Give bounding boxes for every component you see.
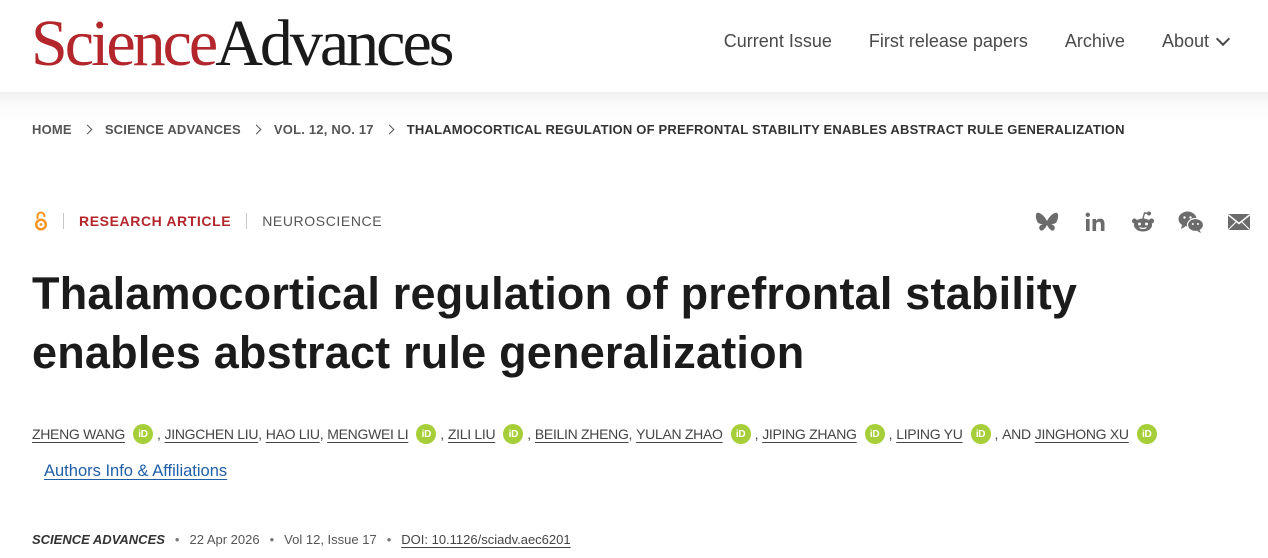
doi-link[interactable]: DOI: 10.1126/sciadv.aec6201	[401, 532, 570, 547]
nav-current-issue-label: Current Issue	[723, 31, 832, 51]
orcid-icon[interactable]: iD	[730, 424, 751, 444]
dot-separator: •	[269, 532, 275, 547]
orcid-icon[interactable]: iD	[503, 424, 524, 444]
author-name[interactable]: JINGHONG XU	[1035, 426, 1129, 442]
logo-advances-text: Advances	[215, 7, 454, 80]
orcid-icon[interactable]: iD	[970, 424, 991, 444]
breadcrumb-home[interactable]: HOME	[32, 122, 72, 137]
chevron-right-icon	[384, 124, 395, 135]
separator: ,	[754, 426, 759, 442]
reddit-icon[interactable]	[1129, 208, 1157, 236]
nav-current-issue[interactable]: Current Issue	[724, 29, 832, 53]
share-bar	[1033, 208, 1253, 236]
email-icon[interactable]	[1225, 208, 1253, 236]
linkedin-icon[interactable]	[1081, 208, 1109, 236]
author-name[interactable]: ZILI LIU	[448, 426, 496, 442]
breadcrumb-issue[interactable]: VOL. 12, NO. 17	[274, 122, 374, 137]
chevron-right-icon	[82, 124, 93, 135]
separator: ,	[628, 426, 633, 442]
chevron-right-icon	[251, 124, 262, 135]
separator: ,	[258, 426, 262, 442]
breadcrumb: HOME SCIENCE ADVANCES VOL. 12, NO. 17 TH…	[32, 122, 1125, 137]
nav-first-release-papers[interactable]: First release papers	[869, 29, 1028, 53]
divider	[63, 213, 64, 229]
author-name[interactable]: JIPING ZHANG	[762, 426, 857, 442]
article-type[interactable]: RESEARCH ARTICLE	[79, 213, 231, 229]
main-nav: Current Issue First release papers Archi…	[724, 29, 1231, 53]
article-subject[interactable]: NEUROSCIENCE	[262, 213, 382, 229]
science-advances-logo[interactable]: ScienceAdvances	[31, 6, 454, 82]
separator: ,	[440, 426, 444, 442]
wechat-icon[interactable]	[1177, 208, 1205, 236]
separator: ,	[319, 426, 324, 442]
divider	[246, 213, 248, 229]
author-name[interactable]: MENGWEI LI	[327, 426, 408, 442]
article-meta-row: RESEARCH ARTICLE NEUROSCIENCE	[32, 210, 382, 232]
separator: ,	[994, 426, 999, 442]
author-name[interactable]: LIPING YU	[896, 426, 963, 442]
article-title: Thalamocortical regulation of prefrontal…	[32, 268, 1078, 378]
separator: ,	[156, 426, 161, 442]
breadcrumb-current: THALAMOCORTICAL REGULATION OF PREFRONTAL…	[406, 122, 1125, 137]
chevron-down-icon	[1215, 31, 1231, 46]
author-name[interactable]: ZHENG WANG	[32, 426, 125, 442]
author-list: ZHENG WANG iD, JINGCHEN LIU, HAO LIU, MEN…	[32, 424, 1161, 444]
citation-volume: Vol 12, Issue 17	[284, 532, 377, 547]
breadcrumb-journal[interactable]: SCIENCE ADVANCES	[105, 122, 241, 137]
separator: ,	[888, 426, 893, 442]
author-name[interactable]: JINGCHEN LIU	[165, 426, 259, 442]
nav-about[interactable]: About	[1161, 29, 1231, 53]
author-name[interactable]: HAO LIU	[266, 426, 320, 442]
nav-about-label: About	[1161, 31, 1209, 51]
orcid-icon[interactable]: iD	[1136, 424, 1157, 444]
orcid-icon[interactable]: iD	[416, 424, 437, 444]
dot-separator: •	[174, 532, 180, 547]
citation-journal: SCIENCE ADVANCES	[32, 532, 165, 547]
and-word: AND	[1002, 426, 1031, 442]
authors-info-affiliations-link[interactable]: Authors Info & Affiliations	[44, 462, 227, 481]
nav-first-release-label: First release papers	[868, 31, 1028, 51]
separator: ,	[527, 426, 531, 442]
author-name[interactable]: YULAN ZHAO	[636, 426, 723, 442]
bluesky-icon[interactable]	[1033, 208, 1061, 236]
dot-separator: •	[386, 532, 392, 547]
site-header: ScienceAdvances Current Issue First rele…	[0, 0, 1268, 92]
open-access-icon	[34, 210, 48, 232]
orcid-icon[interactable]: iD	[864, 424, 885, 444]
nav-archive-label: Archive	[1064, 31, 1125, 51]
nav-archive[interactable]: Archive	[1065, 29, 1125, 53]
citation-line: SCIENCE ADVANCES • 22 Apr 2026 • Vol 12,…	[32, 532, 571, 547]
orcid-icon[interactable]: iD	[132, 424, 153, 444]
author-name[interactable]: BEILIN ZHENG	[535, 426, 629, 442]
citation-date: 22 Apr 2026	[189, 532, 260, 547]
logo-science-text: Science	[31, 7, 218, 80]
